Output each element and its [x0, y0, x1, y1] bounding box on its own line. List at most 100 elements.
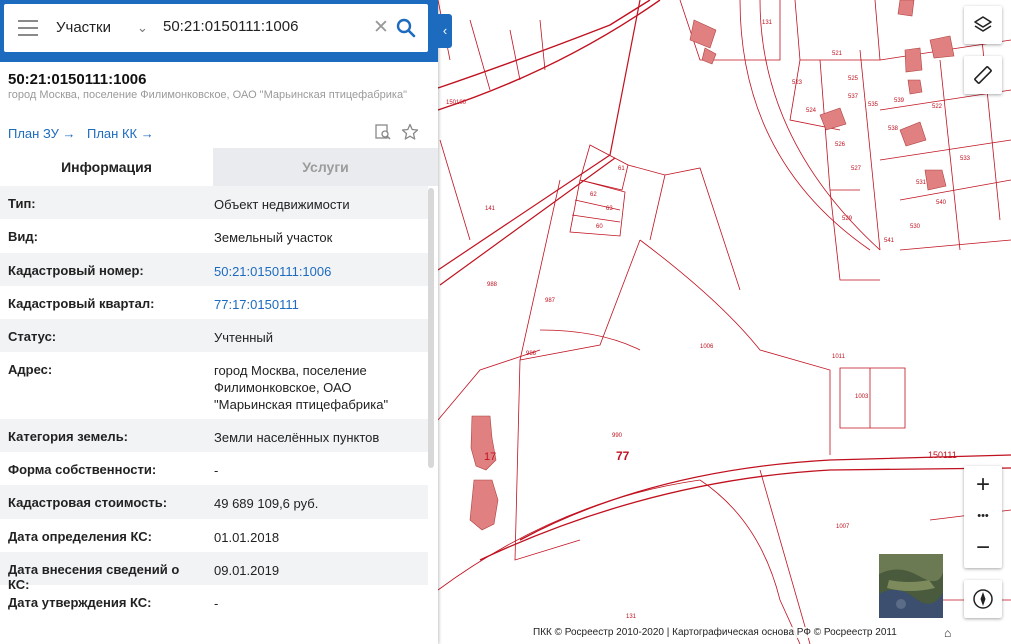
- search-icon[interactable]: [396, 18, 416, 38]
- map-label-537: 537: [848, 94, 859, 100]
- home-icon[interactable]: ⌂: [944, 626, 951, 640]
- table-row: Статус: Учтенный: [0, 319, 428, 352]
- attr-value: Учтенный: [214, 330, 274, 345]
- table-row: Кадастровый номер: 50:21:0150111:1006: [0, 253, 428, 286]
- table-row: Категория земель: Земли населённых пункто…: [0, 419, 428, 452]
- table-row: Вид: Земельный участок: [0, 219, 428, 253]
- plan-kk-link[interactable]: План КК →: [87, 126, 154, 141]
- attr-value: Объект недвижимости: [214, 197, 350, 212]
- layers-icon: [974, 16, 992, 32]
- map-label-quarter: 77: [616, 449, 630, 463]
- measure-button[interactable]: [964, 56, 1002, 94]
- table-row: Форма собственности: -: [0, 452, 428, 485]
- attr-value: город Москва, поселение Филимонковское, …: [214, 363, 389, 412]
- ruler-icon: [974, 66, 992, 84]
- zoom-out-button[interactable]: −: [964, 532, 1002, 564]
- tab-information[interactable]: Информация: [0, 148, 213, 186]
- layers-button[interactable]: [964, 6, 1002, 44]
- table-row: Тип: Объект недвижимости: [0, 186, 428, 219]
- info-panel: Участки ⌄ ✕ 50:21:0150111:1006 город Мос…: [0, 0, 438, 644]
- attr-key: Категория земель:: [8, 429, 129, 444]
- hamburger-menu-icon[interactable]: [18, 20, 38, 36]
- table-row: Кадастровая стоимость: 49 689 109,6 руб.: [0, 485, 428, 519]
- table-row: Кадастровый квартал: 77:17:0150111: [0, 286, 428, 319]
- map-label-986: 986: [526, 351, 537, 357]
- map-attribution: ПКК © Росреестр 2010-2020 | Картографиче…: [533, 627, 897, 638]
- zoom-in-button[interactable]: +: [964, 470, 1002, 500]
- map-label-17: 17: [484, 451, 496, 463]
- plan-zu-label: План ЗУ: [8, 126, 59, 141]
- compass-button[interactable]: [964, 580, 1002, 618]
- attr-value: 49 689 109,6 руб.: [214, 496, 319, 511]
- map-label-541: 541: [884, 238, 895, 244]
- map-label-538: 538: [888, 126, 899, 132]
- search-input[interactable]: [161, 17, 370, 36]
- map-label-987: 987: [545, 298, 556, 304]
- plan-kk-label: План КК: [87, 126, 138, 141]
- arrow-right-icon: →: [62, 126, 76, 141]
- map-label-131: 131: [762, 20, 773, 26]
- map-label-1011: 1011: [832, 354, 846, 360]
- object-title: 50:21:0150111:1006: [8, 71, 147, 88]
- attr-key: Тип:: [8, 196, 36, 211]
- map-label-533: 533: [960, 156, 971, 162]
- table-row: Адрес: город Москва, поселение Филимонков…: [0, 352, 428, 419]
- map-label-527: 527: [851, 166, 862, 172]
- attr-value: Земельный участок: [214, 230, 333, 245]
- attr-value: Земли населённых пунктов: [214, 430, 380, 445]
- more-button[interactable]: •••: [964, 504, 1002, 528]
- clear-icon[interactable]: ✕: [373, 16, 389, 39]
- map-label-522: 522: [932, 104, 943, 110]
- map-label-990: 990: [612, 433, 623, 439]
- map-label-1003: 1003: [855, 394, 869, 400]
- attr-key: Дата утверждения КС:: [8, 595, 152, 610]
- map-label-526: 526: [835, 142, 846, 148]
- search-document-icon[interactable]: [374, 123, 392, 141]
- satellite-minimap[interactable]: [879, 554, 943, 618]
- collapse-panel-button[interactable]: ‹: [438, 14, 452, 48]
- map-label-63: 63: [606, 206, 613, 212]
- panel-scrollbar[interactable]: [428, 188, 434, 468]
- table-row: Дата внесения сведений о КС: 09.01.2019: [0, 552, 428, 592]
- map-label-1006: 1006: [700, 344, 714, 350]
- tabs: Информация Услуги: [0, 148, 438, 186]
- attr-value: -: [214, 463, 219, 478]
- map-label-523: 523: [792, 80, 803, 86]
- arrow-right-icon: →: [140, 126, 154, 141]
- attr-key: Кадастровый номер:: [8, 263, 144, 278]
- layer-select[interactable]: Участки: [56, 19, 111, 36]
- zoom-controls: + ••• −: [964, 466, 1002, 568]
- cadastral-quarter-link[interactable]: 77:17:0150111: [214, 296, 414, 313]
- attr-key: Кадастровая стоимость:: [8, 495, 168, 510]
- map-label-530: 530: [910, 224, 921, 230]
- map-label-61: 61: [618, 166, 625, 172]
- map-label-531: 531: [916, 180, 927, 186]
- attribute-table: Тип: Объект недвижимости Вид: Земельный уч…: [0, 186, 428, 618]
- attr-key: Вид:: [8, 229, 38, 244]
- map-label-539: 539: [894, 98, 905, 104]
- chevron-left-icon: ‹: [442, 23, 448, 38]
- table-row: Дата определения КС: 01.01.2018: [0, 519, 428, 552]
- cadastral-number-link[interactable]: 50:21:0150111:1006: [214, 263, 414, 280]
- map-label-524: 524: [806, 108, 817, 114]
- map-label-521: 521: [832, 51, 843, 57]
- map-label-535: 535: [868, 102, 879, 108]
- chevron-down-icon[interactable]: ⌄: [137, 20, 148, 36]
- map-label-141: 141: [485, 206, 496, 212]
- search-bar-container: Участки ⌄ ✕: [0, 0, 438, 62]
- map-label-60: 60: [596, 224, 603, 230]
- attr-key: Статус:: [8, 329, 57, 344]
- map-label-1007: 1007: [836, 524, 850, 530]
- map-label-131b: 131: [626, 614, 637, 620]
- map-label-62: 62: [590, 192, 597, 198]
- attr-key: Форма собственности:: [8, 462, 157, 477]
- map-label-150111: 150111: [928, 450, 957, 460]
- tab-services[interactable]: Услуги: [213, 148, 438, 186]
- star-icon[interactable]: [401, 123, 419, 141]
- map-label-150100: 150100: [446, 100, 467, 106]
- attr-key: Кадастровый квартал:: [8, 296, 155, 311]
- map-label-525: 525: [848, 76, 859, 82]
- table-row: Дата утверждения КС: -: [0, 585, 428, 618]
- compass-icon: [973, 589, 993, 609]
- plan-zu-link[interactable]: План ЗУ →: [8, 126, 76, 141]
